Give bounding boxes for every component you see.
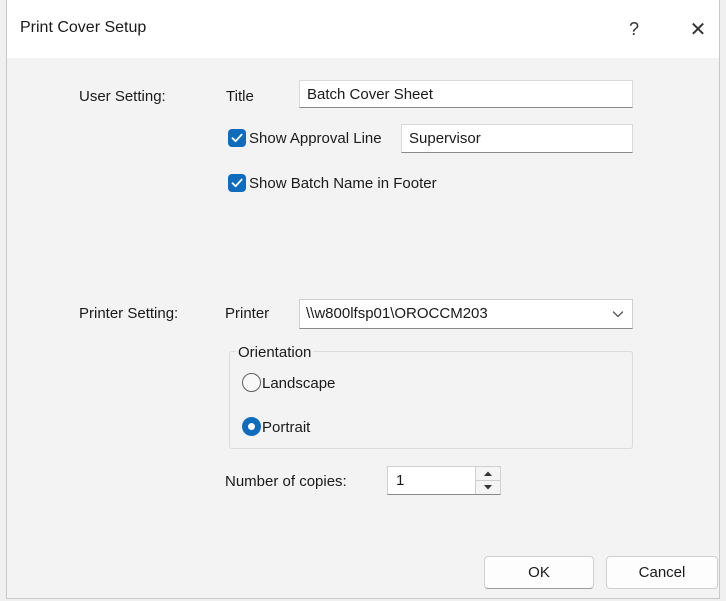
copies-stepper[interactable]: 1 bbox=[387, 466, 501, 495]
close-icon: ✕ bbox=[689, 18, 707, 41]
approval-line-input[interactable]: Supervisor bbox=[401, 124, 633, 153]
spin-up-button[interactable] bbox=[476, 467, 500, 481]
title-bar: Print Cover Setup ? ✕ bbox=[7, 0, 719, 58]
show-batch-name-footer-checkbox[interactable] bbox=[228, 174, 246, 192]
orientation-legend: Orientation bbox=[236, 344, 314, 361]
print-cover-setup-dialog: Print Cover Setup ? ✕ User Setting: Titl… bbox=[6, 0, 720, 599]
checkmark-icon bbox=[231, 178, 243, 188]
portrait-label[interactable]: Portrait bbox=[262, 419, 310, 436]
copies-label: Number of copies: bbox=[225, 473, 347, 490]
ok-button[interactable]: OK bbox=[484, 556, 594, 589]
printer-label: Printer bbox=[225, 305, 270, 322]
copies-value: 1 bbox=[396, 472, 405, 489]
cancel-button[interactable]: Cancel bbox=[606, 556, 718, 589]
spin-down-icon bbox=[484, 484, 492, 490]
chevron-down-icon bbox=[612, 311, 624, 318]
dialog-title: Print Cover Setup bbox=[20, 19, 147, 36]
landscape-radio[interactable] bbox=[242, 373, 261, 392]
spin-up-icon bbox=[484, 471, 492, 476]
title-input[interactable]: Batch Cover Sheet bbox=[299, 80, 633, 108]
spin-down-button[interactable] bbox=[476, 481, 500, 495]
spin-buttons bbox=[475, 467, 500, 494]
user-setting-label: User Setting: bbox=[79, 88, 166, 105]
help-button[interactable]: ? bbox=[613, 12, 655, 46]
landscape-label[interactable]: Landscape bbox=[262, 375, 335, 392]
printer-select[interactable]: \\w800lfsp01\OROCCM203 bbox=[299, 299, 633, 329]
title-label: Title bbox=[226, 88, 254, 105]
close-button[interactable]: ✕ bbox=[677, 12, 719, 46]
help-icon: ? bbox=[628, 18, 639, 39]
show-batch-name-footer-label[interactable]: Show Batch Name in Footer bbox=[249, 175, 437, 192]
printer-select-value: \\w800lfsp01\OROCCM203 bbox=[306, 305, 488, 322]
checkmark-icon bbox=[231, 133, 243, 143]
portrait-radio[interactable] bbox=[242, 417, 261, 436]
show-approval-line-label[interactable]: Show Approval Line bbox=[249, 130, 382, 147]
show-approval-line-checkbox[interactable] bbox=[228, 129, 246, 147]
printer-setting-label: Printer Setting: bbox=[79, 305, 179, 322]
